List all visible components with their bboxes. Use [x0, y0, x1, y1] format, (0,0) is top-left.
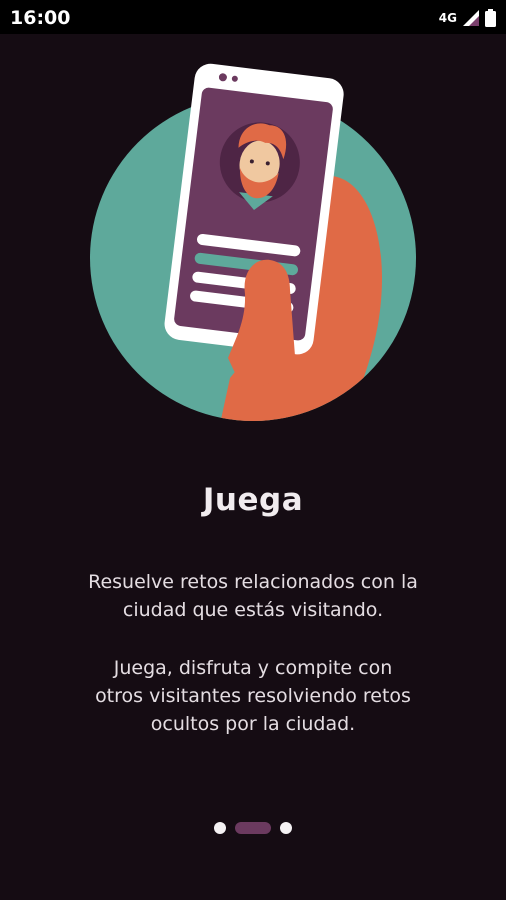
- slide-title: Juega: [202, 482, 304, 518]
- page-dot-2-active[interactable]: [235, 822, 271, 834]
- desc-line: Juega, disfruta y compite con: [113, 657, 393, 679]
- battery-icon: [485, 9, 496, 27]
- page-dot-1[interactable]: [214, 822, 226, 834]
- phone-hand-illustration: [90, 63, 416, 421]
- slide-description-1: Resuelve retos relacionados con la ciuda…: [0, 568, 506, 624]
- desc-line: otros visitantes resolviendo retos: [95, 685, 411, 707]
- page-dot-3[interactable]: [280, 822, 292, 834]
- page-indicator: [0, 822, 506, 834]
- status-icons: 4G: [439, 9, 496, 27]
- signal-icon: [463, 10, 479, 26]
- desc-line: ocultos por la ciudad.: [150, 713, 356, 735]
- slide-description-2: Juega, disfruta y compite con otros visi…: [0, 654, 506, 738]
- status-time: 16:00: [10, 7, 71, 29]
- desc-line: Resuelve retos relacionados con la: [88, 571, 418, 593]
- status-bar: 16:00 4G: [0, 0, 506, 34]
- network-type-label: 4G: [438, 11, 457, 25]
- desc-line: ciudad que estás visitando.: [122, 599, 384, 621]
